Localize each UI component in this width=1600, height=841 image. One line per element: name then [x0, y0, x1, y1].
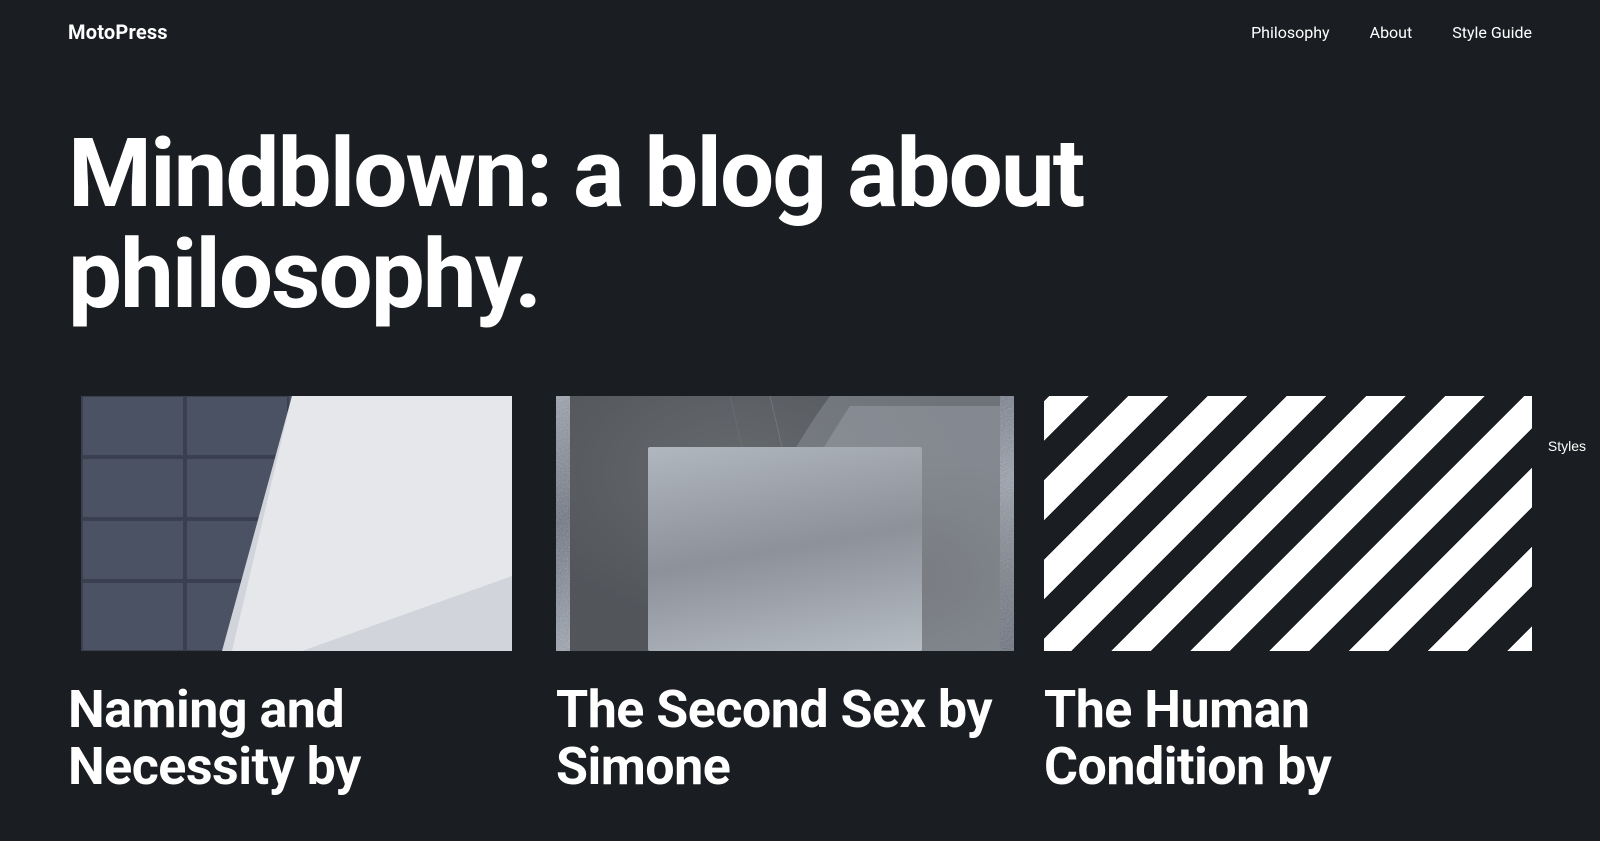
nav-links: Philosophy About Style Guide: [1251, 23, 1532, 42]
cards-grid: Naming and Necessity by: [0, 396, 1600, 795]
hero-section: Mindblown: a blog about philosophy.: [0, 64, 1600, 386]
card-3-title[interactable]: The Human Condition by: [1044, 681, 1532, 795]
card-1-image: [68, 396, 526, 651]
hero-title: Mindblown: a blog about philosophy.: [68, 124, 1168, 326]
card-3: The Human Condition by: [1044, 396, 1532, 795]
card-2: The Second Sex by Simone: [556, 396, 1044, 795]
card-3-image: [1044, 396, 1532, 651]
card-3-img-graphic: [1044, 396, 1532, 651]
nav-link-philosophy[interactable]: Philosophy: [1251, 23, 1330, 42]
card-2-title[interactable]: The Second Sex by Simone: [556, 681, 1014, 795]
card-1-img-graphic: [68, 396, 526, 651]
nav-item-philosophy[interactable]: Philosophy: [1251, 23, 1330, 42]
card-2-img-graphic: [556, 396, 1014, 651]
card-1-title[interactable]: Naming and Necessity by: [68, 681, 526, 795]
card-2-image: [556, 396, 1014, 651]
site-logo[interactable]: MotoPress: [68, 20, 168, 44]
card-1: Naming and Necessity by: [68, 396, 556, 795]
nav-item-style-guide[interactable]: Style Guide: [1452, 23, 1532, 42]
styles-button[interactable]: Styles: [1534, 430, 1600, 462]
nav-link-style-guide[interactable]: Style Guide: [1452, 23, 1532, 42]
nav-link-about[interactable]: About: [1370, 23, 1413, 42]
nav-item-about[interactable]: About: [1370, 23, 1413, 42]
navigation: MotoPress Philosophy About Style Guide: [0, 0, 1600, 64]
